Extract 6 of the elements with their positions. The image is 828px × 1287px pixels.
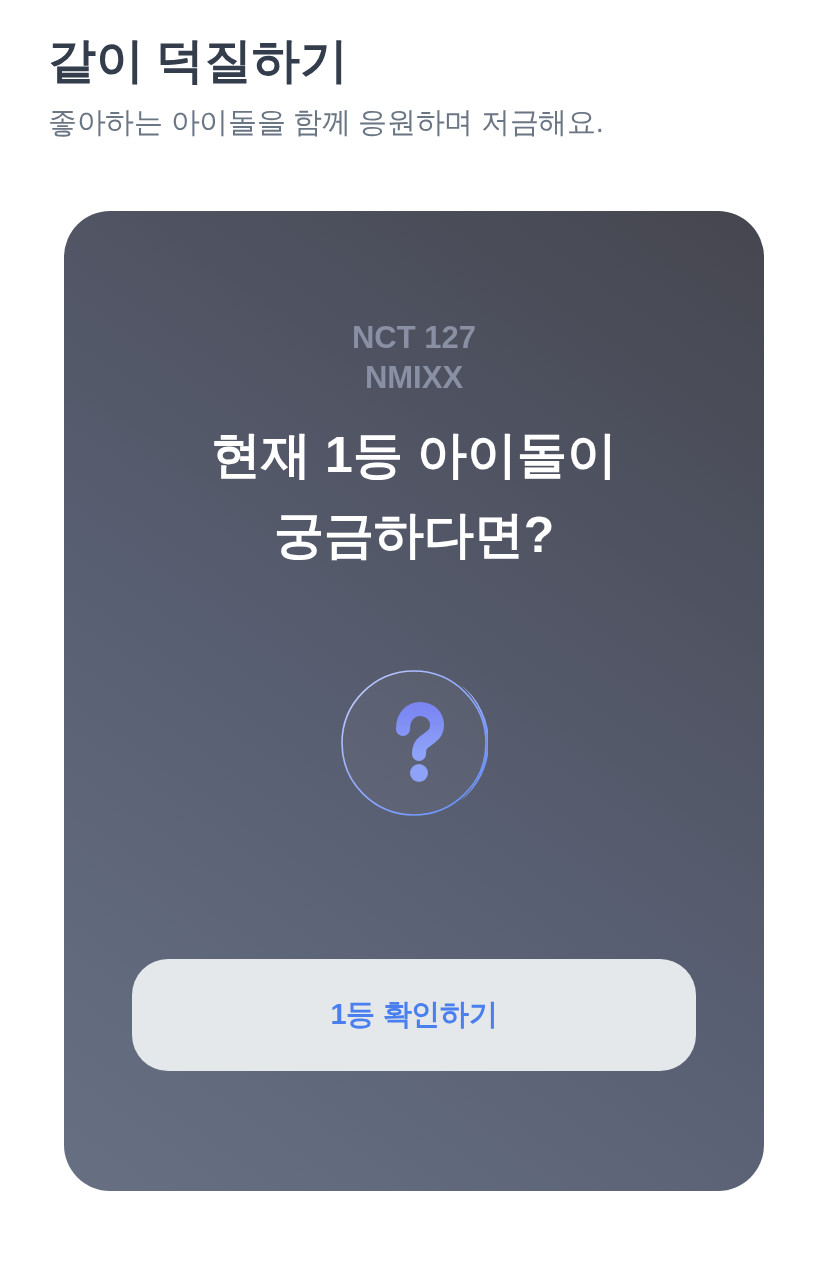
idol-name: NMIXX [364,359,464,397]
card-headline: 현재 1등 아이돌이 궁금하다면? [211,426,617,565]
section-title: 같이 덕질하기 [48,33,349,89]
idol-name: NCT 127 [351,319,476,357]
section-subtitle: 좋아하는 아이돌을 함께 응원하며 저금해요. [48,105,605,140]
check-first-place-button[interactable]: 1등 확인하기 [132,959,696,1071]
